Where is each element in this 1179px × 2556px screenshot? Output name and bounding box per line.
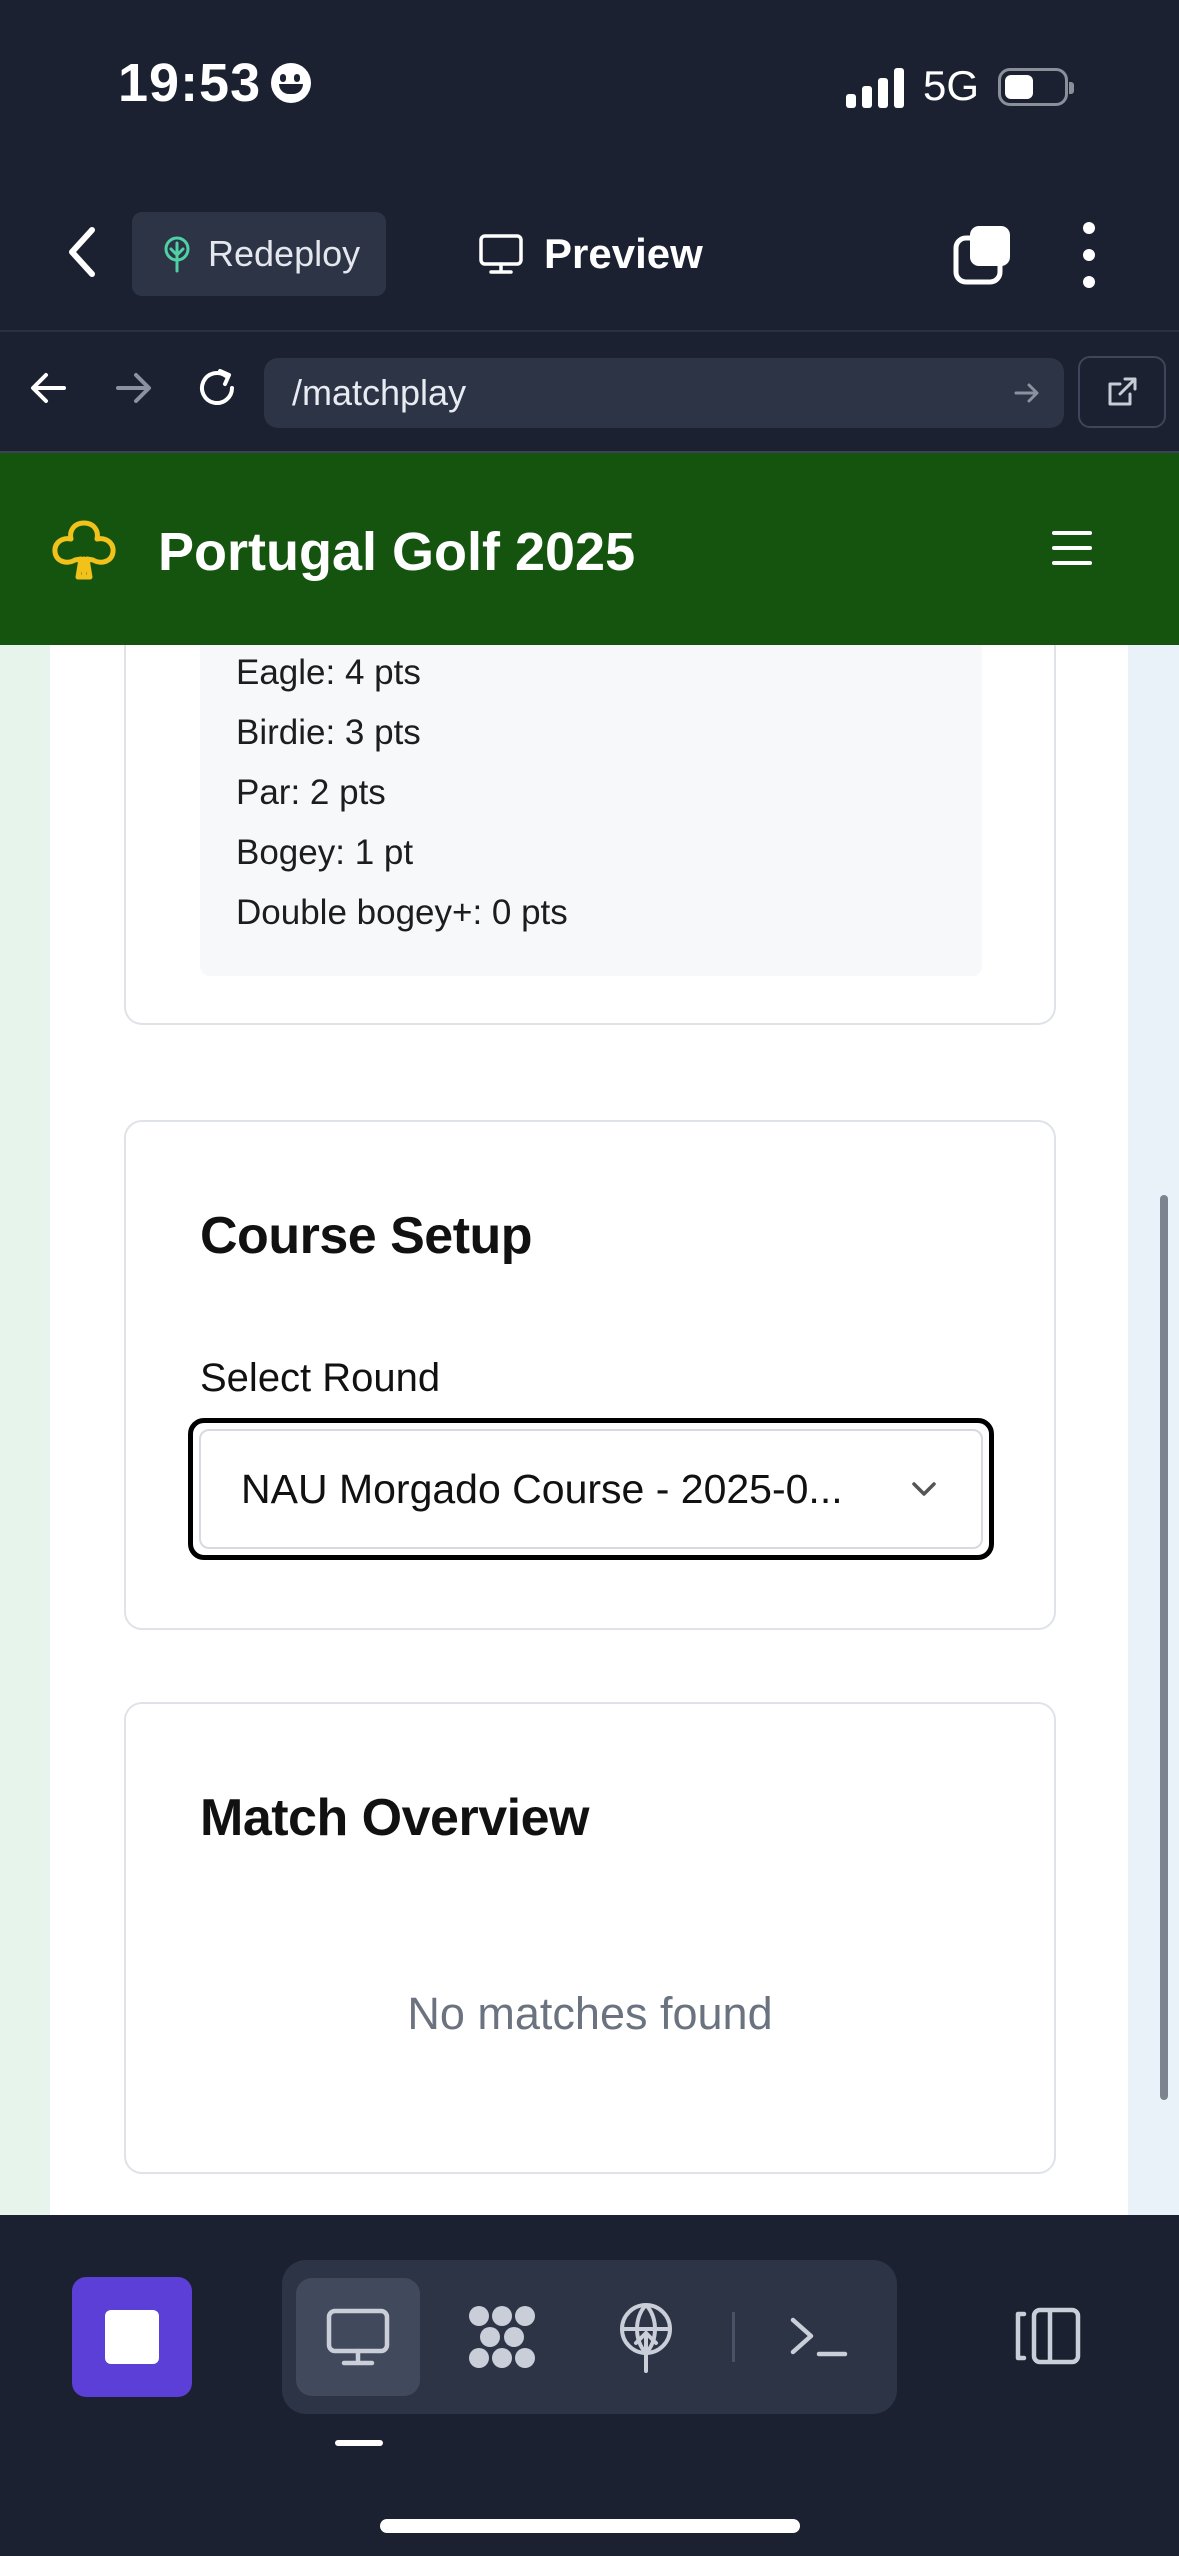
- scoring-line-bogey: Bogey: 1 pt: [236, 833, 414, 872]
- tool-deploy[interactable]: [584, 2278, 708, 2396]
- tool-preview[interactable]: [296, 2278, 420, 2396]
- url-field[interactable]: /matchplay: [264, 358, 1064, 428]
- redeploy-button[interactable]: Redeploy: [132, 212, 386, 296]
- home-indicator: [380, 2519, 800, 2533]
- scoring-rules: Eagle: 4 pts Birdie: 3 pts Par: 2 pts Bo…: [200, 645, 982, 976]
- redeploy-label: Redeploy: [208, 233, 361, 274]
- signal-icon: [846, 68, 904, 108]
- url-text: /matchplay: [292, 372, 467, 413]
- battery-icon: [998, 68, 1074, 106]
- tool-workflows[interactable]: [440, 2278, 564, 2396]
- select-round-label: Select Round: [200, 1356, 441, 1400]
- globe-upload-icon: [620, 2303, 672, 2373]
- preview-label: Preview: [544, 230, 703, 277]
- club-icon: [52, 520, 116, 580]
- open-external-button[interactable]: [1078, 356, 1166, 428]
- empty-state-message: No matches found: [407, 1988, 773, 2039]
- stop-button[interactable]: [72, 2277, 192, 2397]
- arrow-left-icon[interactable]: [24, 363, 74, 413]
- status-bar: 19:53 5G: [0, 0, 1179, 175]
- scoring-line-birdie: Birdie: 3 pts: [236, 713, 421, 752]
- side-panel-icon[interactable]: [1010, 2306, 1082, 2366]
- content-area: Eagle: 4 pts Birdie: 3 pts Par: 2 pts Bo…: [0, 645, 1179, 2215]
- preview-button[interactable]: Preview: [478, 218, 703, 290]
- arrow-right-icon[interactable]: [108, 363, 158, 413]
- cluster-icon: [469, 2306, 535, 2368]
- course-setup-heading: Course Setup: [200, 1207, 533, 1265]
- external-link-icon: [1108, 377, 1137, 406]
- monitor-icon: [479, 234, 523, 274]
- terminal-icon: [790, 2317, 848, 2357]
- site-title: Portugal Golf 2025: [158, 522, 636, 582]
- round-select[interactable]: NAU Morgado Course - 2025-0...: [199, 1429, 983, 1549]
- go-arrow-icon[interactable]: [1012, 378, 1042, 408]
- status-time: 19:53: [118, 52, 312, 114]
- more-vertical-icon[interactable]: [1074, 222, 1104, 288]
- chevron-down-icon: [912, 1482, 936, 1496]
- monitor-icon: [326, 2308, 390, 2366]
- scrollbar[interactable]: [1160, 1195, 1168, 2100]
- network-label: 5G: [923, 62, 980, 109]
- course-setup-card: Course Setup Select Round NAU Morgado Co…: [124, 1120, 1056, 1630]
- scoring-line-par: Par: 2 pts: [236, 773, 386, 812]
- scoring-card: Eagle: 4 pts Birdie: 3 pts Par: 2 pts Bo…: [124, 645, 1056, 1025]
- refresh-icon[interactable]: [192, 363, 242, 413]
- scoring-line-eagle: Eagle: 4 pts: [236, 653, 421, 692]
- hamburger-icon[interactable]: [1052, 531, 1092, 565]
- stop-icon: [105, 2310, 159, 2364]
- tool-group: [282, 2260, 897, 2414]
- match-overview-card: Match Overview No matches found: [124, 1702, 1056, 2174]
- tree-icon: [164, 236, 190, 273]
- tabs-icon[interactable]: [952, 224, 1014, 286]
- back-chevron-icon[interactable]: [60, 222, 106, 282]
- smiley-icon: [271, 63, 312, 103]
- site-header: Portugal Golf 2025: [0, 453, 1179, 645]
- match-overview-heading: Match Overview: [200, 1789, 589, 1847]
- round-select-focus-ring: NAU Morgado Course - 2025-0...: [188, 1418, 994, 1560]
- round-select-value: NAU Morgado Course - 2025-0...: [241, 1465, 843, 1512]
- tool-divider: [732, 2312, 735, 2362]
- tool-shell[interactable]: [756, 2278, 880, 2396]
- active-tool-indicator: [335, 2440, 383, 2446]
- scoring-line-double-bogey: Double bogey+: 0 pts: [236, 893, 568, 932]
